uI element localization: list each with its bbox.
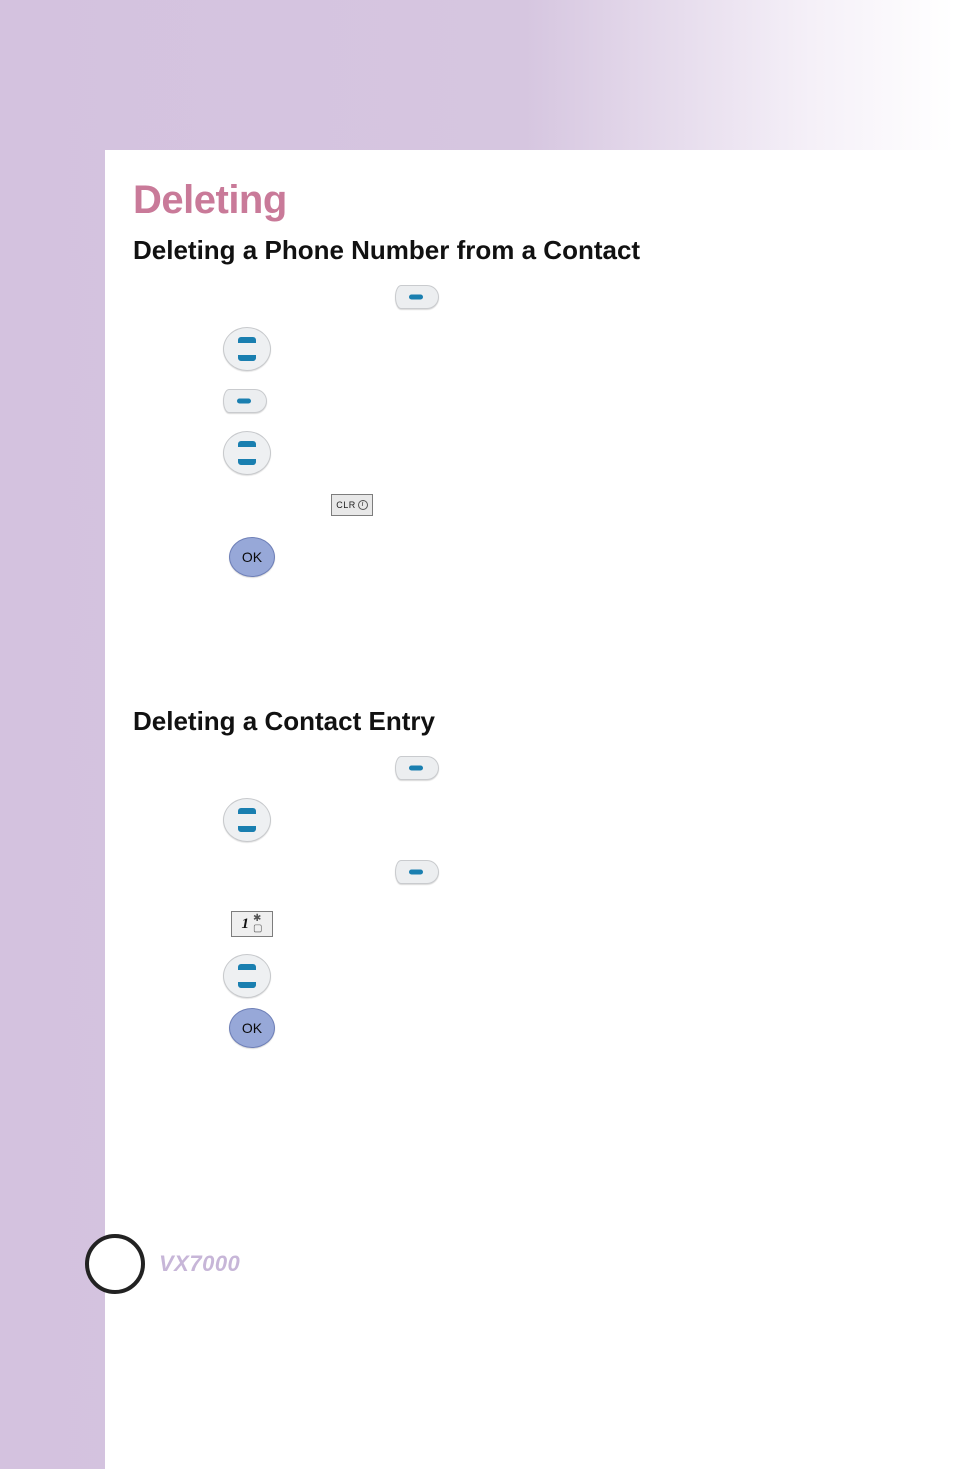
page-number-circle-icon [85,1234,145,1294]
numkey-1-icon: 1 ✱▢ [231,911,273,937]
s2-step-5 [133,951,914,1001]
numkey-digit: 1 [242,916,250,933]
s1-step-4 [133,428,914,478]
ok-key-icon: OK [229,537,275,577]
s2-step-2 [133,795,914,845]
clr-key-icon: CLR i [331,494,373,516]
s1-step-6: OK [133,532,914,582]
page-title: Deleting [133,178,914,223]
spacer [133,584,914,694]
ok-key-label: OK [242,549,262,565]
model-label: VX7000 [159,1251,240,1277]
right-softkey-icon [223,389,267,413]
nav-key-icon [223,798,271,842]
s2-step-1 [133,743,914,793]
nav-key-icon [223,327,271,371]
nav-key-icon [223,431,271,475]
s1-step-3 [133,376,914,426]
ok-key-icon: OK [229,1008,275,1048]
s2-step-6: OK [133,1003,914,1053]
right-softkey-icon [395,285,439,309]
right-softkey-icon [395,756,439,780]
s1-step-2 [133,324,914,374]
s2-step-3 [133,847,914,897]
ok-key-label: OK [242,1020,262,1036]
section-heading-delete-entry: Deleting a Contact Entry [133,706,914,737]
info-glyph-icon: i [358,500,368,510]
voicemail-glyph-icon: ✱▢ [253,914,262,934]
s1-step-1 [133,272,914,322]
page-footer: VX7000 [85,1234,240,1294]
s1-step-5: CLR i [133,480,914,530]
nav-key-icon [223,954,271,998]
right-softkey-icon [395,860,439,884]
s2-step-4: 1 ✱▢ [133,899,914,949]
clr-key-label: CLR [336,500,356,510]
section-heading-delete-number: Deleting a Phone Number from a Contact [133,235,914,266]
